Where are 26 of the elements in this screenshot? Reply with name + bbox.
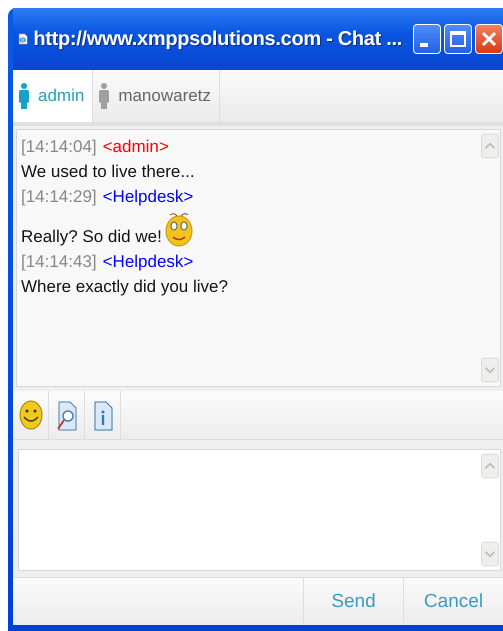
scroll-up-icon [481, 453, 499, 479]
message-sender: <Helpdesk> [102, 251, 194, 273]
message-text: Really? So did we! [21, 226, 162, 248]
close-icon [481, 31, 497, 47]
close-button[interactable] [475, 24, 503, 54]
maximize-icon [450, 31, 466, 47]
message-time: [14:14:04] [21, 136, 97, 158]
maximize-button[interactable] [444, 24, 472, 54]
user-tab[interactable]: admin [13, 70, 94, 122]
user-tab[interactable]: manowaretz [93, 70, 220, 122]
person-icon [18, 83, 30, 109]
message-text: Where exactly did you live? [21, 276, 228, 298]
message-time: [14:14:43] [21, 251, 97, 273]
minimize-icon [420, 43, 428, 47]
message-sender: <admin> [102, 136, 169, 158]
message-sender: <Helpdesk> [102, 186, 194, 208]
window-title: http://www.xmppsolutions.com - Chat ... [33, 28, 402, 50]
action-button[interactable]: Send [303, 578, 403, 625]
message-time: [14:14:29] [21, 186, 97, 208]
minimize-button[interactable] [413, 24, 441, 54]
person-icon [98, 83, 110, 109]
action-button[interactable]: Cancel [403, 578, 503, 625]
scroll-down-icon [481, 541, 499, 567]
smiley-icon [18, 400, 42, 430]
message-input-field[interactable] [18, 449, 501, 571]
message-text: We used to live there... [21, 161, 195, 183]
